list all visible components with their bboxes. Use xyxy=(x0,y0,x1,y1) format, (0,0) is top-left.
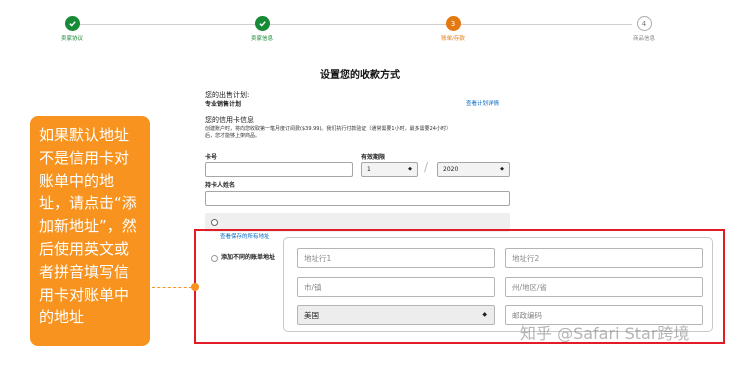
plan-details-link[interactable]: 查看计划详情 xyxy=(466,101,499,108)
step-label: 卖家协议 xyxy=(60,36,83,42)
card-note-line1: 创建账户时，将向您收取第一笔月度订阅费($39.99)。我们执行付款验证（通常需… xyxy=(205,126,451,132)
plan-value: 专业销售计划 xyxy=(205,101,242,108)
step-seller-agreement: 卖家协议 xyxy=(27,16,117,42)
step-billing: 3 账单/存款 xyxy=(408,16,498,42)
callout-connector xyxy=(152,287,192,288)
card-note-line2: 后，您才能够上架商品。 xyxy=(205,133,261,139)
step-product-info: 4 商品信息 xyxy=(599,16,689,42)
chevron-down-icon: ◆ xyxy=(408,166,412,172)
check-icon xyxy=(64,16,80,31)
annotation-callout: 如果默认地址不是信用卡对账单中的地址，请点击“添加新地址”，然后使用英文或者拼音… xyxy=(30,116,150,346)
check-icon xyxy=(254,16,270,31)
step-label: 商品信息 xyxy=(632,36,655,42)
saved-address-radio[interactable] xyxy=(211,219,218,226)
expiry-month-value: 1 xyxy=(367,166,371,173)
callout-dot xyxy=(191,283,199,291)
expiry-month-select[interactable]: 1 ◆ xyxy=(361,162,418,177)
expiry-divider: / xyxy=(424,160,429,174)
page-title: 设置您的收款方式 xyxy=(320,70,400,81)
step-number: 4 xyxy=(636,16,652,31)
stepper-line xyxy=(72,24,632,25)
card-heading: 您的信用卡信息 xyxy=(205,116,254,124)
step-label: 卖家信息 xyxy=(250,36,273,42)
step-seller-info: 卖家信息 xyxy=(217,16,307,42)
expiry-label: 有效期限 xyxy=(361,154,386,161)
expiry-year-select[interactable]: 2020 ◆ xyxy=(437,162,510,177)
chevron-down-icon: ◆ xyxy=(500,166,504,172)
expiry-year-value: 2020 xyxy=(443,166,459,173)
step-label: 账单/存款 xyxy=(441,36,465,42)
card-number-input[interactable] xyxy=(205,162,353,177)
card-number-label: 卡号 xyxy=(205,154,218,161)
plan-heading: 您的出售计划: xyxy=(205,91,250,99)
holder-name-input[interactable] xyxy=(205,191,510,206)
holder-label: 持卡人姓名 xyxy=(205,182,236,189)
progress-stepper: 卖家协议 卖家信息 3 账单/存款 4 商品信息 xyxy=(0,0,756,48)
watermark: 知乎 @Safari Star跨境 xyxy=(520,324,690,343)
step-number: 3 xyxy=(445,16,461,31)
